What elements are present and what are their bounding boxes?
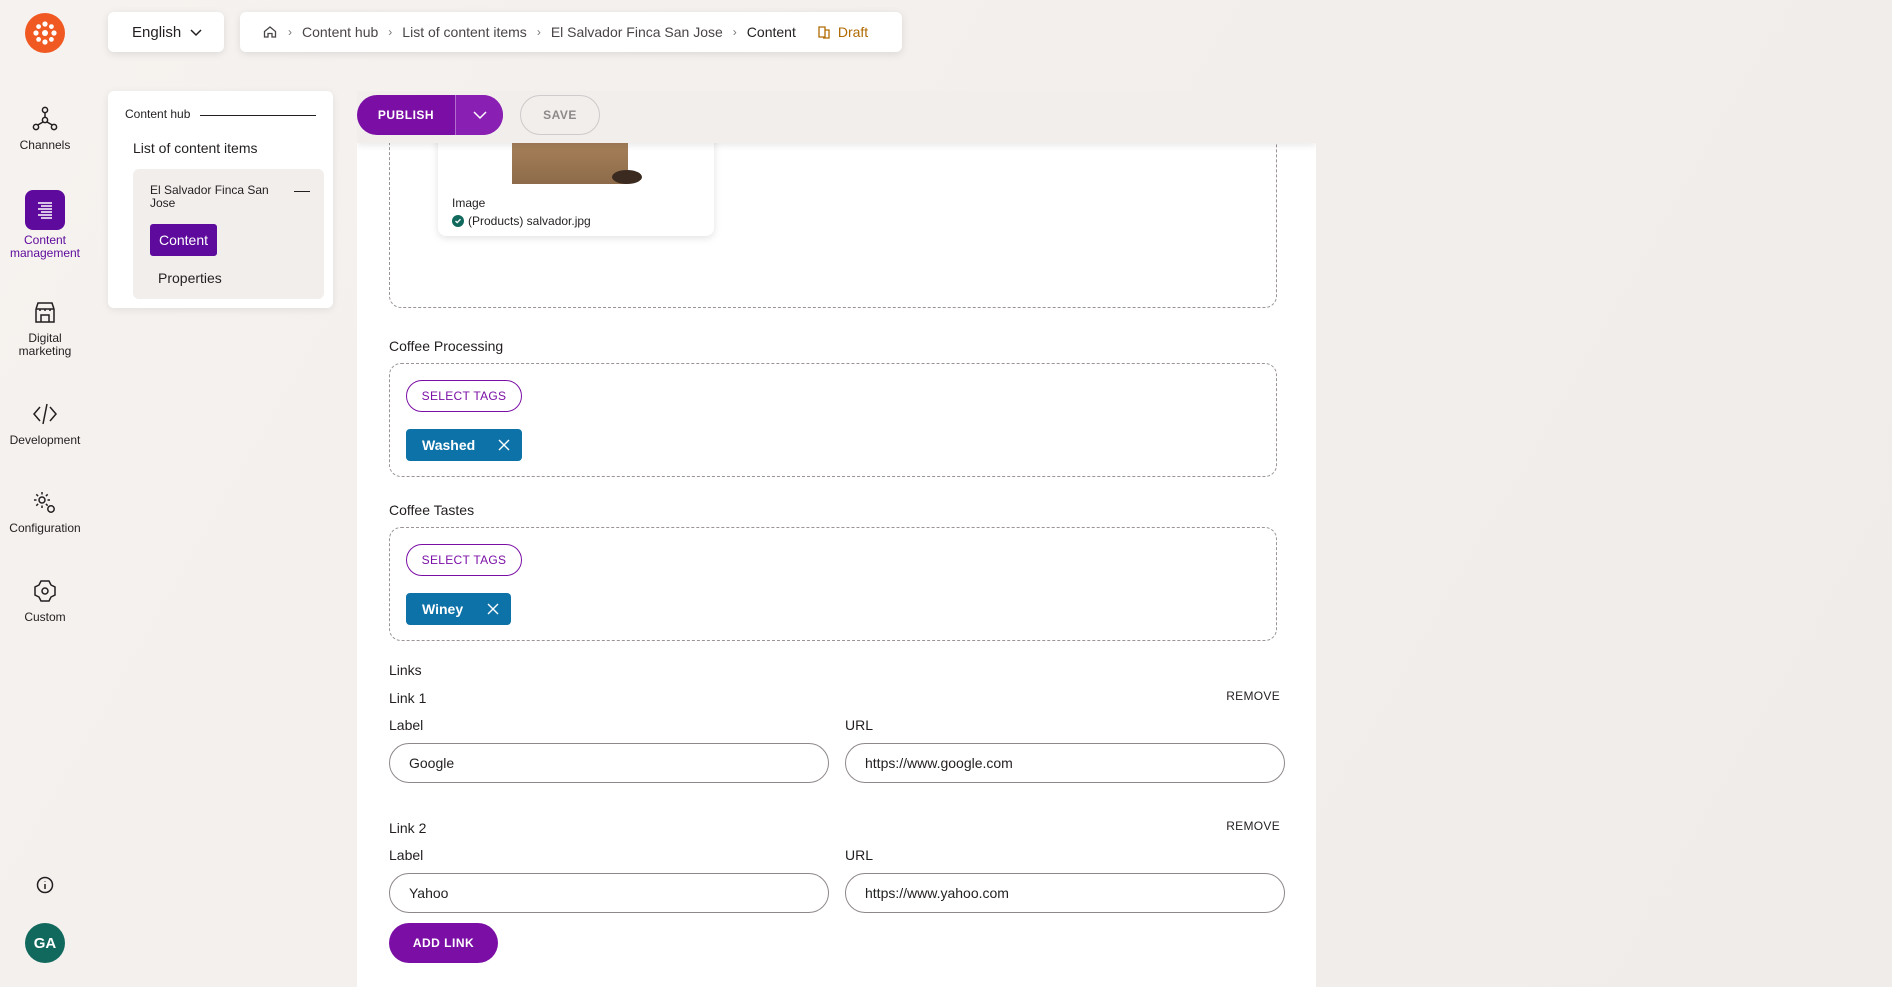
action-bar: PUBLISH SAVE — [357, 91, 1316, 143]
coffee-tastes-label: Coffee Tastes — [389, 502, 475, 518]
chevron-down-icon — [472, 111, 487, 120]
tag-chip: Washed — [406, 429, 522, 461]
language-selector[interactable]: English — [108, 12, 224, 52]
breadcrumb-separator: › — [536, 25, 541, 39]
rail-item-label: Custom — [24, 610, 66, 624]
links-label: Links — [389, 662, 422, 678]
configuration-icon — [34, 492, 55, 513]
link-label-input[interactable] — [389, 743, 829, 783]
select-tags-button[interactable]: SELECT TAGS — [406, 380, 522, 412]
avatar[interactable]: GA — [25, 923, 65, 963]
development-icon — [33, 403, 57, 425]
breadcrumb-item-current: Content — [746, 24, 796, 40]
home-icon[interactable] — [262, 24, 278, 40]
content-item-title: El Salvador Finca San Jose — [150, 183, 269, 210]
tag-label: Washed — [422, 437, 476, 453]
app-logo-icon[interactable] — [25, 13, 65, 53]
select-tags-button[interactable]: SELECT TAGS — [406, 544, 522, 576]
remove-link-button[interactable]: REMOVE — [1226, 689, 1280, 703]
collapse-icon[interactable] — [294, 191, 310, 192]
asset-filename: (Products) salvador.jpg — [452, 214, 591, 228]
rail-item-label: Development — [9, 433, 81, 447]
link-title: Link 1 — [389, 690, 427, 706]
breadcrumb-item-content-item[interactable]: El Salvador Finca San Jose — [551, 24, 723, 40]
rail-item-label: Digital marketing — [18, 331, 72, 358]
language-label: English — [132, 23, 182, 41]
check-circle-icon — [452, 215, 464, 227]
rail-item-label: Configuration — [9, 521, 81, 535]
breadcrumb-separator: › — [388, 25, 393, 39]
custom-icon — [34, 580, 56, 602]
rail-item-custom[interactable]: Custom — [0, 577, 90, 624]
list-of-content-items-link[interactable]: List of content items — [133, 140, 258, 156]
rail-item-label: Channels — [19, 138, 71, 152]
add-link-button[interactable]: ADD LINK — [389, 923, 498, 963]
breadcrumb-item-content-hub[interactable]: Content hub — [302, 24, 378, 40]
status-badge: Draft — [816, 24, 868, 40]
save-button[interactable]: SAVE — [520, 95, 600, 135]
chevron-down-icon — [190, 29, 202, 37]
label-caption: Label — [389, 847, 424, 863]
channels-icon — [32, 106, 58, 131]
close-icon[interactable] — [485, 601, 501, 617]
coffee-processing-label: Coffee Processing — [389, 338, 504, 354]
close-icon[interactable] — [496, 437, 512, 453]
info-icon[interactable] — [35, 875, 55, 895]
coffee-processing-tag-box: SELECT TAGS Washed — [389, 363, 1277, 477]
asset-filename-text: (Products) salvador.jpg — [468, 214, 591, 228]
left-rail: Channels Content management Digital mark… — [0, 0, 90, 987]
content-management-icon — [38, 202, 52, 219]
draft-icon — [818, 26, 830, 39]
publish-button-group: PUBLISH — [357, 95, 503, 135]
label-caption: Label — [389, 717, 424, 733]
breadcrumb-separator: › — [288, 25, 292, 39]
rail-item-configuration[interactable]: Configuration — [0, 488, 90, 535]
link-title: Link 2 — [389, 820, 427, 836]
remove-link-button[interactable]: REMOVE — [1226, 819, 1280, 833]
breadcrumb-item-list[interactable]: List of content items — [402, 24, 527, 40]
content-editor: PUBLISH SAVE Image (Products) salvador.j… — [357, 91, 1316, 987]
link-url-input[interactable] — [845, 873, 1285, 913]
coffee-tastes-tag-box: SELECT TAGS Winey — [389, 527, 1277, 641]
digital-marketing-icon — [35, 302, 55, 323]
status-label: Draft — [837, 24, 869, 40]
publish-button[interactable]: PUBLISH — [357, 95, 455, 135]
tab-content[interactable]: Content — [150, 224, 217, 256]
rail-item-development[interactable]: Development — [0, 400, 90, 447]
url-caption: URL — [845, 847, 874, 863]
content-item-group: El Salvador Finca San Jose Content Prope… — [133, 169, 324, 299]
rail-item-content-management[interactable]: Content management — [0, 190, 90, 260]
url-caption: URL — [845, 717, 874, 733]
breadcrumb-separator: › — [732, 25, 737, 39]
tag-chip: Winey — [406, 593, 511, 625]
content-tree-panel: Content hub List of content items El Sal… — [108, 91, 333, 308]
section-title: Content hub — [125, 107, 191, 121]
link-label-input[interactable] — [389, 873, 829, 913]
tab-properties[interactable]: Properties — [158, 270, 222, 286]
tag-label: Winey — [422, 601, 464, 617]
publish-options-button[interactable] — [455, 95, 503, 135]
rail-item-label: Content management — [9, 233, 81, 260]
rail-item-channels[interactable]: Channels — [0, 105, 90, 152]
breadcrumb: › Content hub › List of content items › … — [240, 12, 902, 52]
rail-item-digital-marketing[interactable]: Digital marketing — [0, 298, 90, 358]
divider — [200, 115, 316, 116]
asset-label: Image — [452, 196, 486, 210]
link-url-input[interactable] — [845, 743, 1285, 783]
